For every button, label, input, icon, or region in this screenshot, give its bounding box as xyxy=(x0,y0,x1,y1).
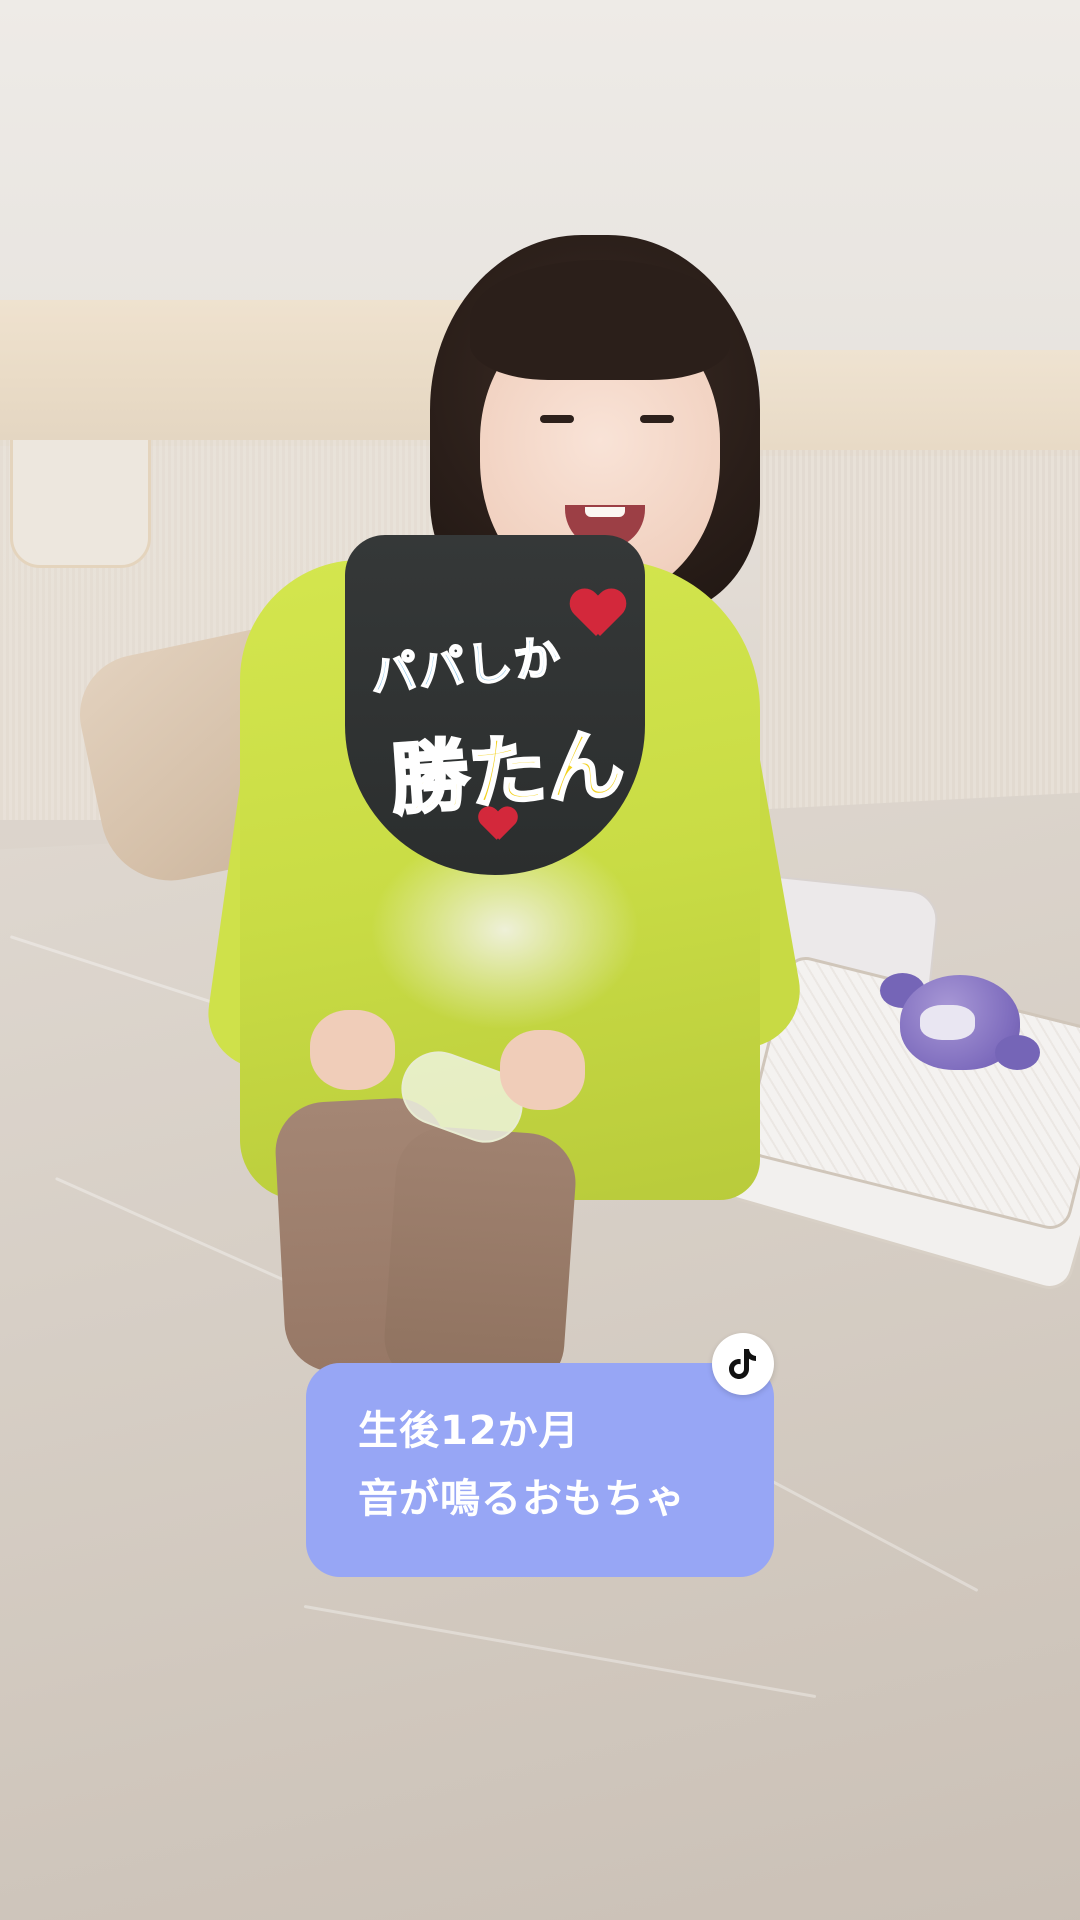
tiktok-badge[interactable] xyxy=(712,1333,774,1395)
child-teeth xyxy=(585,507,625,517)
child-eye xyxy=(540,415,574,423)
child-hand-right xyxy=(500,1030,585,1110)
plush-toy xyxy=(880,965,1055,1090)
playpen-rail-right xyxy=(760,350,1080,456)
tiktok-logo-icon xyxy=(729,1349,756,1379)
child-hand-left xyxy=(310,1010,395,1090)
child-leg-right xyxy=(381,1124,579,1396)
caption-line-2: 音が鳴るおもちゃ xyxy=(358,1476,686,1522)
child-eye xyxy=(640,415,674,423)
playpen-pocket xyxy=(10,440,151,568)
heart-icon xyxy=(478,808,517,843)
child: パパしか 勝たん xyxy=(201,230,809,1396)
caption-line-1: 生後12か月 xyxy=(358,1408,580,1454)
child-fringe xyxy=(470,260,730,380)
caption-card: 生後12か月 音が鳴るおもちゃ xyxy=(306,1363,774,1577)
plush-arm xyxy=(995,1035,1040,1070)
heart-icon xyxy=(570,590,626,640)
video-frame: パパしか 勝たん xyxy=(0,0,1080,1920)
plush-face xyxy=(920,1005,975,1040)
